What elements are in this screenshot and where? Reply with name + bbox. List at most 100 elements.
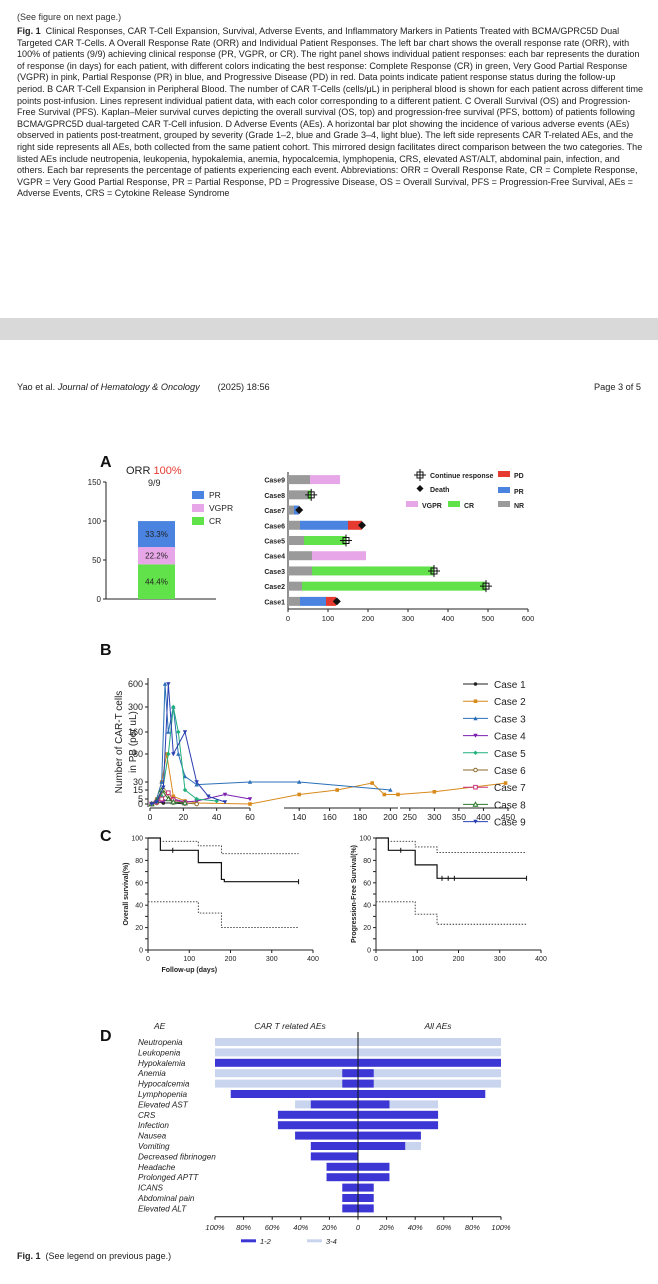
os-x-tick-label: 0: [146, 956, 150, 963]
swim-bar-cr: [312, 566, 434, 576]
exp-point: [166, 729, 171, 734]
ae-bar-left-grade12: [230, 1090, 358, 1098]
swim-bar-nr: [288, 551, 312, 561]
pfs-lower-ci: [376, 901, 527, 925]
exp-y-tick-label: 30: [133, 777, 143, 787]
orr-legend-swatch: [192, 504, 204, 512]
swim-case-label: Case5: [264, 539, 285, 546]
orr-bar-label: 44.4%: [145, 578, 168, 587]
figure-footer: Fig. 1 (See legend on previous page.): [17, 1251, 171, 1261]
ae-bar-left-grade34: [215, 1048, 358, 1057]
exp-point: [473, 682, 478, 686]
swim-case-label: Case2: [264, 584, 285, 591]
exp-y-tick-label: 600: [128, 679, 143, 689]
ae-category-label: Decreased fibrinogen: [138, 1152, 216, 1161]
swim-bar-nr: [288, 566, 312, 576]
ae-header-left: AE: [153, 1021, 166, 1031]
ae-bar-left-grade12: [310, 1142, 358, 1150]
header-year-volume: (2025) 18:56: [217, 382, 270, 392]
ae-x-tick-label: 100%: [205, 1223, 225, 1232]
exp-y-tick-label: 5: [138, 794, 143, 804]
exp-point: [297, 792, 301, 797]
swimmer-plot: 0 100 200 300 400 500 600 Case1 Case2 Case3 Case4 C…: [264, 469, 535, 623]
exp-x-tick-label: 20: [179, 812, 189, 822]
swim-legend-swatch: [498, 487, 510, 493]
overall-survival-chart: 0 20 40 60 80 100 0 100 200 300 400 Overall surviva…: [123, 836, 319, 975]
ae-category-label: ICANS: [138, 1184, 164, 1193]
ae-category-label: Lymphopenia: [138, 1090, 187, 1099]
exp-point: [171, 752, 176, 757]
os-x-tick-label: 100: [183, 956, 195, 963]
progression-free-survival-chart: 0 20 40 60 80 100 0 100 200 300 400 Progression-Fre…: [351, 836, 547, 964]
os-y-tick-label: 20: [135, 925, 143, 932]
ae-category-label: Vomiting: [138, 1142, 170, 1151]
exp-point: [159, 796, 164, 802]
swim-bar-nr: [288, 520, 300, 530]
os-y-tick-label: 80: [135, 858, 143, 865]
swim-legend-label: VGPR: [422, 503, 442, 510]
ae-bar-left-grade12: [215, 1058, 358, 1067]
orr-bar-label: 22.2%: [145, 552, 168, 561]
pfs-y-tick-label: 0: [367, 948, 371, 955]
exp-point: [473, 767, 478, 773]
swim-legend-swatch: [498, 501, 510, 507]
swim-x-tick-label: 600: [522, 614, 535, 623]
pfs-y-axis-title: Progression-Free Survival(%): [351, 845, 358, 943]
exp-legend-label: Case 9: [494, 818, 526, 829]
swim-bar-nr: [288, 490, 308, 500]
swim-x-tick-label: 400: [442, 614, 455, 623]
ae-bar-right-grade34: [358, 1038, 501, 1046]
exp-x-tick-label: 60: [245, 812, 255, 822]
exp-x-tick-label: 200: [383, 812, 397, 822]
swim-bar-nr: [288, 536, 304, 545]
swim-legend-swatch: [406, 501, 418, 507]
exp-point: [194, 801, 199, 807]
exp-point: [473, 750, 478, 755]
figure-caption: Fig. 1 Clinical Responses, CAR T-Cell Ex…: [17, 26, 645, 200]
os-y-tick-label: 60: [135, 880, 143, 887]
os-y-tick-label: 40: [135, 903, 143, 910]
exp-point: [432, 790, 437, 794]
ae-category-label: Elevated AST: [138, 1100, 189, 1109]
ae-category-label: Abdominal pain: [137, 1194, 195, 1203]
swim-x-tick-label: 200: [362, 614, 375, 623]
ae-legend-grade34-label: 3-4: [326, 1237, 337, 1246]
swim-x-tick-label: 100: [322, 614, 335, 623]
swim-case-label: Case8: [264, 493, 285, 500]
exp-point: [248, 802, 252, 806]
ae-category-label: CRS: [138, 1111, 156, 1120]
orr-subtitle: 9/9: [148, 478, 161, 488]
ae-header-right: All AEs: [423, 1021, 452, 1031]
ae-bar-right-grade12: [358, 1079, 374, 1088]
ae-legend-grade12-label: 1-2: [260, 1237, 272, 1246]
ae-bar-right-grade12: [358, 1131, 421, 1140]
ae-bar-right-grade12: [358, 1100, 390, 1109]
exp-y-axis-title-line2: in PB (per uL): [128, 711, 139, 773]
ae-bar-left-grade34: [215, 1079, 358, 1088]
ae-x-tick-label: 80%: [465, 1223, 480, 1232]
swim-bar-nr: [288, 475, 310, 485]
os-y-axis-title: Overall survival(%): [123, 862, 130, 925]
exp-point: [382, 792, 387, 797]
footer-text: (See legend on previous page.): [45, 1251, 172, 1261]
ae-bar-left-grade12: [310, 1100, 358, 1109]
os-x-tick-label: 200: [225, 956, 237, 963]
swim-bar-nr: [288, 581, 302, 591]
exp-line-case-2: [151, 753, 506, 805]
os-y-tick-label: 0: [139, 948, 143, 955]
ae-bar-left-grade12: [342, 1183, 358, 1192]
ae-bar-left-grade34: [215, 1069, 358, 1078]
exp-x-tick-label: 300: [427, 812, 441, 822]
caption-body: Clinical Responses, CAR T-Cell Expansion…: [17, 26, 644, 199]
os-upper-ci: [148, 837, 299, 855]
ae-category-label: Hypokalemia: [138, 1059, 186, 1068]
pfs-x-tick-label: 0: [374, 956, 378, 963]
ae-bar-right-grade12: [358, 1173, 390, 1182]
pfs-y-tick-label: 80: [363, 858, 371, 865]
ae-category-label: Hypocalcemia: [138, 1080, 190, 1089]
os-x-axis-title: Follow-up (days): [161, 967, 217, 974]
car-t-expansion-chart: 051530801603006000 20 40 60 140 160 180 200 250 3…: [114, 678, 526, 829]
ae-bar-left-grade34: [215, 1038, 358, 1046]
orr-bar-label: 33.3%: [145, 530, 168, 539]
exp-point: [473, 699, 478, 703]
